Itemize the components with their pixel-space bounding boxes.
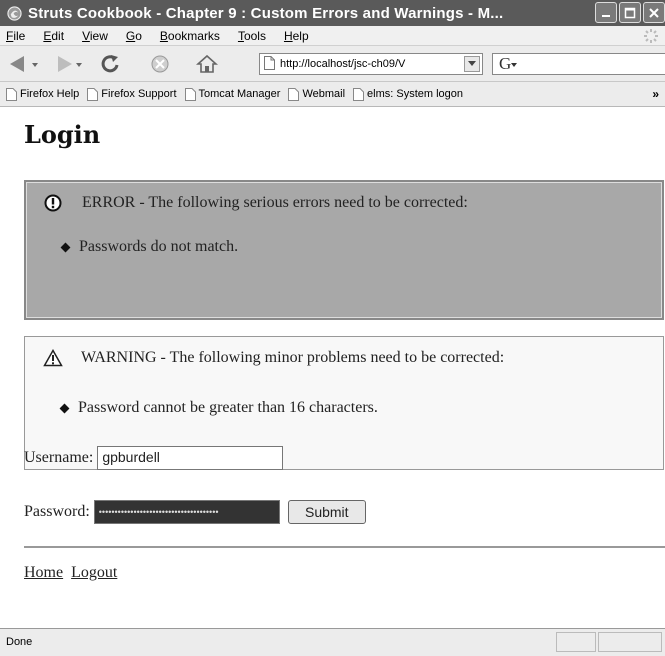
username-input[interactable]: gpburdell — [97, 446, 284, 470]
back-button[interactable] — [8, 54, 40, 74]
maximize-button[interactable] — [619, 2, 641, 23]
forward-dropdown-icon — [76, 63, 82, 67]
page-icon — [288, 87, 300, 101]
error-item-text: Passwords do not match. — [79, 238, 239, 255]
menu-tools[interactable]: Tools — [238, 29, 266, 43]
menu-edit-rest: dit — [51, 28, 65, 43]
url-bar[interactable]: http://localhost/jsc-ch09/V — [259, 53, 483, 75]
warning-list-item: Password cannot be greater than 16 chara… — [59, 399, 378, 417]
logout-link[interactable]: Logout — [71, 564, 117, 581]
search-box[interactable]: G — [492, 53, 665, 75]
status-pane — [598, 632, 662, 652]
bookmark-webmail[interactable]: Webmail — [288, 87, 346, 101]
menu-bar: File Edit View Go Bookmarks Tools Help — [0, 26, 665, 46]
forward-button[interactable] — [52, 54, 84, 74]
bookmark-tomcat-manager[interactable]: Tomcat Manager — [184, 87, 281, 101]
error-heading: ERROR - The following serious errors nee… — [82, 194, 468, 211]
page-icon — [184, 87, 196, 101]
menu-go[interactable]: Go — [126, 29, 142, 43]
warning-heading-row: WARNING - The following minor problems n… — [43, 349, 504, 367]
menu-edit[interactable]: Edit — [43, 29, 64, 43]
page-icon — [264, 55, 275, 73]
menu-go-rest: o — [135, 28, 142, 43]
throbber-icon — [643, 28, 659, 47]
bookmark-firefox-support[interactable]: Firefox Support — [87, 87, 177, 101]
stop-icon — [151, 55, 169, 73]
submit-button[interactable]: Submit — [287, 500, 366, 524]
forward-arrow-icon — [58, 56, 72, 72]
url-text: http://localhost/jsc-ch09/V — [280, 58, 406, 70]
username-label: Username: — [24, 449, 94, 466]
status-bar: Done — [0, 628, 665, 656]
reload-icon — [101, 55, 119, 73]
error-message-box: ERROR - The following serious errors nee… — [24, 180, 664, 320]
password-label: Password: — [24, 503, 90, 520]
menu-file[interactable]: File — [6, 29, 25, 43]
menu-bookmarks-rest: ookmarks — [167, 28, 220, 43]
more-bookmarks-chevron-icon[interactable]: » — [652, 87, 659, 101]
menu-help-rest: elp — [292, 28, 309, 43]
page-icon — [353, 87, 365, 101]
bookmark-label: Firefox Help — [20, 88, 80, 100]
search-engine-logo: G — [499, 54, 512, 73]
page-icon — [87, 87, 99, 101]
username-row: Username: gpburdell — [24, 446, 284, 470]
page-content: Login ERROR - The following serious erro… — [0, 108, 665, 628]
back-dropdown-icon — [32, 63, 38, 67]
bookmark-label: Tomcat Manager — [198, 88, 281, 100]
menu-file-rest: ile — [13, 28, 26, 43]
error-icon — [44, 194, 68, 212]
home-button[interactable] — [196, 54, 218, 74]
close-button[interactable] — [643, 2, 665, 23]
divider — [24, 546, 665, 548]
menu-view-rest: iew — [89, 28, 108, 43]
password-input[interactable]: •••••••••••••••••••••••••••••••••••••• — [93, 500, 280, 524]
warning-item-text: Password cannot be greater than 16 chara… — [78, 399, 378, 416]
firefox-icon — [6, 5, 22, 21]
menu-view[interactable]: View — [82, 29, 108, 43]
warning-heading: WARNING - The following minor problems n… — [81, 349, 505, 366]
bookmark-firefox-help[interactable]: Firefox Help — [6, 87, 80, 101]
menu-tools-rest: ools — [243, 28, 266, 43]
stop-button[interactable] — [150, 54, 170, 74]
reload-button[interactable] — [100, 54, 122, 74]
search-engine-icon[interactable]: G — [499, 54, 518, 74]
minimize-button[interactable] — [595, 2, 617, 23]
chevron-down-icon — [468, 61, 476, 66]
bookmark-elms-system-logon[interactable]: elms: System logon — [353, 87, 464, 101]
menu-bookmarks[interactable]: Bookmarks — [160, 29, 220, 43]
footer-links: Home Logout — [24, 564, 121, 582]
url-dropdown-button[interactable] — [464, 56, 480, 72]
bookmark-label: elms: System logon — [367, 88, 464, 100]
back-arrow-icon — [10, 56, 24, 72]
menu-help[interactable]: Help — [284, 29, 309, 43]
page-icon — [6, 87, 17, 101]
status-text: Done — [6, 636, 33, 648]
navigation-toolbar: http://localhost/jsc-ch09/V G — [0, 46, 665, 82]
bookmarks-toolbar: Firefox Help Firefox Support Tomcat Mana… — [0, 82, 665, 107]
bullet-icon — [60, 242, 71, 252]
status-pane — [556, 632, 596, 652]
error-heading-row: ERROR - The following serious errors nee… — [44, 194, 468, 212]
window-title-bar: Struts Cookbook - Chapter 9 : Custom Err… — [0, 0, 665, 26]
bookmark-label: Firefox Support — [101, 88, 177, 100]
warning-icon — [43, 349, 67, 367]
home-icon — [196, 54, 218, 73]
page-title: Login — [24, 120, 101, 149]
home-link[interactable]: Home — [24, 564, 63, 581]
bookmark-label: Webmail — [302, 88, 346, 100]
password-row: Password: ••••••••••••••••••••••••••••••… — [24, 500, 366, 524]
window-title: Struts Cookbook - Chapter 9 : Custom Err… — [28, 4, 504, 22]
bullet-icon — [59, 403, 70, 413]
error-list-item: Passwords do not match. — [60, 238, 239, 256]
